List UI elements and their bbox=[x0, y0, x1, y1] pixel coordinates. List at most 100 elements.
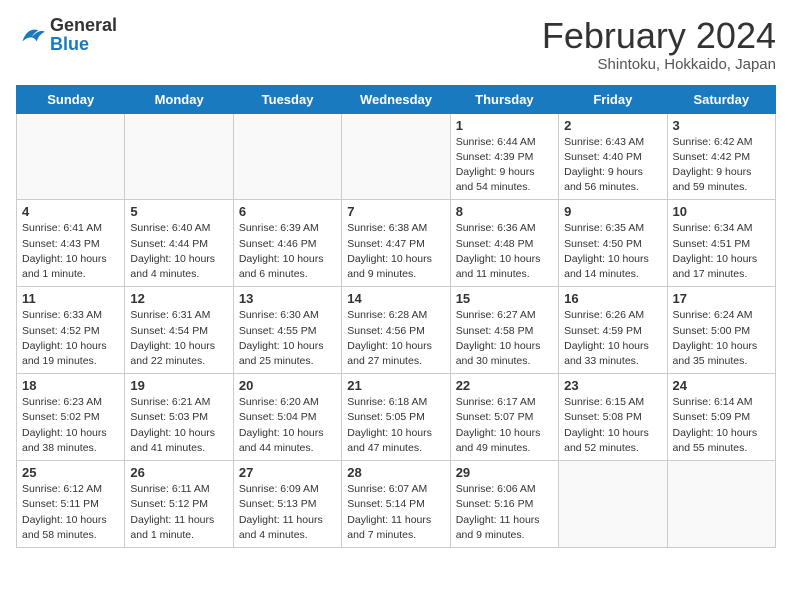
day-info: Sunrise: 6:06 AM Sunset: 5:16 PM Dayligh… bbox=[456, 482, 553, 543]
logo-blue-text: Blue bbox=[50, 35, 117, 54]
day-info: Sunrise: 6:15 AM Sunset: 5:08 PM Dayligh… bbox=[564, 395, 661, 456]
day-number: 25 bbox=[22, 465, 119, 480]
calendar-cell: 17 Sunrise: 6:24 AM Sunset: 5:00 PM Dayli… bbox=[667, 287, 775, 374]
day-info: Sunrise: 6:11 AM Sunset: 5:12 PM Dayligh… bbox=[130, 482, 227, 543]
day-info: Sunrise: 6:35 AM Sunset: 4:50 PM Dayligh… bbox=[564, 221, 661, 282]
day-info: Sunrise: 6:09 AM Sunset: 5:13 PM Dayligh… bbox=[239, 482, 336, 543]
days-of-week-row: SundayMondayTuesdayWednesdayThursdayFrid… bbox=[17, 85, 776, 113]
day-info: Sunrise: 6:14 AM Sunset: 5:09 PM Dayligh… bbox=[673, 395, 770, 456]
day-info: Sunrise: 6:20 AM Sunset: 5:04 PM Dayligh… bbox=[239, 395, 336, 456]
day-info: Sunrise: 6:38 AM Sunset: 4:47 PM Dayligh… bbox=[347, 221, 444, 282]
day-info: Sunrise: 6:28 AM Sunset: 4:56 PM Dayligh… bbox=[347, 308, 444, 369]
calendar-cell bbox=[233, 113, 341, 200]
calendar-cell: 20Sunrise: 6:20 AM Sunset: 5:04 PM Dayli… bbox=[233, 374, 341, 461]
calendar-cell: 26Sunrise: 6:11 AM Sunset: 5:12 PM Dayli… bbox=[125, 461, 233, 548]
day-number: 17 bbox=[673, 291, 770, 306]
day-header-monday: Monday bbox=[125, 85, 233, 113]
calendar-cell: 5 Sunrise: 6:40 AM Sunset: 4:44 PM Daylig… bbox=[125, 200, 233, 287]
day-number: 18 bbox=[22, 378, 119, 393]
day-number: 5 bbox=[130, 204, 227, 219]
day-number: 13 bbox=[239, 291, 336, 306]
day-info: Sunrise: 6:24 AM Sunset: 5:00 PM Dayligh… bbox=[673, 308, 770, 369]
calendar-title: February 2024 bbox=[542, 16, 776, 56]
calendar-cell: 29 Sunrise: 6:06 AM Sunset: 5:16 PM Dayli… bbox=[450, 461, 558, 548]
day-info: Sunrise: 6:36 AM Sunset: 4:48 PM Dayligh… bbox=[456, 221, 553, 282]
day-header-sunday: Sunday bbox=[17, 85, 125, 113]
day-number: 4 bbox=[22, 204, 119, 219]
page-header: General Blue February 2024 Shintoku, Hok… bbox=[16, 16, 776, 73]
calendar-cell: 18 Sunrise: 6:23 AM Sunset: 5:02 PM Dayli… bbox=[17, 374, 125, 461]
calendar-week-row: 18 Sunrise: 6:23 AM Sunset: 5:02 PM Dayli… bbox=[17, 374, 776, 461]
calendar-cell: 8 Sunrise: 6:36 AM Sunset: 4:48 PM Daylig… bbox=[450, 200, 558, 287]
day-number: 16 bbox=[564, 291, 661, 306]
calendar-cell bbox=[342, 113, 450, 200]
logo-general-text: General bbox=[50, 16, 117, 35]
day-info: Sunrise: 6:21 AM Sunset: 5:03 PM Dayligh… bbox=[130, 395, 227, 456]
day-number: 19 bbox=[130, 378, 227, 393]
calendar-cell: 1Sunrise: 6:44 AM Sunset: 4:39 PM Daylig… bbox=[450, 113, 558, 200]
calendar-cell: 9 Sunrise: 6:35 AM Sunset: 4:50 PM Daylig… bbox=[559, 200, 667, 287]
calendar-cell: 21 Sunrise: 6:18 AM Sunset: 5:05 PM Dayli… bbox=[342, 374, 450, 461]
calendar-cell: 7 Sunrise: 6:38 AM Sunset: 4:47 PM Daylig… bbox=[342, 200, 450, 287]
day-info: Sunrise: 6:26 AM Sunset: 4:59 PM Dayligh… bbox=[564, 308, 661, 369]
day-number: 23 bbox=[564, 378, 661, 393]
day-number: 15 bbox=[456, 291, 553, 306]
day-number: 24 bbox=[673, 378, 770, 393]
day-info: Sunrise: 6:17 AM Sunset: 5:07 PM Dayligh… bbox=[456, 395, 553, 456]
day-info: Sunrise: 6:34 AM Sunset: 4:51 PM Dayligh… bbox=[673, 221, 770, 282]
calendar-header: SundayMondayTuesdayWednesdayThursdayFrid… bbox=[17, 85, 776, 113]
day-number: 6 bbox=[239, 204, 336, 219]
calendar-cell: 2 Sunrise: 6:43 AM Sunset: 4:40 PM Daylig… bbox=[559, 113, 667, 200]
day-number: 22 bbox=[456, 378, 553, 393]
day-number: 29 bbox=[456, 465, 553, 480]
calendar-subtitle: Shintoku, Hokkaido, Japan bbox=[542, 56, 776, 73]
day-info: Sunrise: 6:43 AM Sunset: 4:40 PM Dayligh… bbox=[564, 135, 661, 196]
calendar-table: SundayMondayTuesdayWednesdayThursdayFrid… bbox=[16, 85, 776, 548]
calendar-cell: 27 Sunrise: 6:09 AM Sunset: 5:13 PM Dayli… bbox=[233, 461, 341, 548]
title-block: February 2024 Shintoku, Hokkaido, Japan bbox=[542, 16, 776, 73]
calendar-body: 1Sunrise: 6:44 AM Sunset: 4:39 PM Daylig… bbox=[17, 113, 776, 547]
calendar-cell: 12 Sunrise: 6:31 AM Sunset: 4:54 PM Dayli… bbox=[125, 287, 233, 374]
calendar-week-row: 4 Sunrise: 6:41 AM Sunset: 4:43 PM Daylig… bbox=[17, 200, 776, 287]
day-info: Sunrise: 6:40 AM Sunset: 4:44 PM Dayligh… bbox=[130, 221, 227, 282]
day-info: Sunrise: 6:31 AM Sunset: 4:54 PM Dayligh… bbox=[130, 308, 227, 369]
day-info: Sunrise: 6:12 AM Sunset: 5:11 PM Dayligh… bbox=[22, 482, 119, 543]
day-number: 21 bbox=[347, 378, 444, 393]
day-header-saturday: Saturday bbox=[667, 85, 775, 113]
day-number: 2 bbox=[564, 118, 661, 133]
calendar-week-row: 25 Sunrise: 6:12 AM Sunset: 5:11 PM Dayli… bbox=[17, 461, 776, 548]
day-number: 7 bbox=[347, 204, 444, 219]
calendar-cell: 10 Sunrise: 6:34 AM Sunset: 4:51 PM Dayli… bbox=[667, 200, 775, 287]
day-number: 10 bbox=[673, 204, 770, 219]
day-number: 11 bbox=[22, 291, 119, 306]
day-header-thursday: Thursday bbox=[450, 85, 558, 113]
calendar-cell: 25 Sunrise: 6:12 AM Sunset: 5:11 PM Dayli… bbox=[17, 461, 125, 548]
calendar-week-row: 1Sunrise: 6:44 AM Sunset: 4:39 PM Daylig… bbox=[17, 113, 776, 200]
day-info: Sunrise: 6:41 AM Sunset: 4:43 PM Dayligh… bbox=[22, 221, 119, 282]
calendar-cell: 15Sunrise: 6:27 AM Sunset: 4:58 PM Dayli… bbox=[450, 287, 558, 374]
day-number: 27 bbox=[239, 465, 336, 480]
day-info: Sunrise: 6:18 AM Sunset: 5:05 PM Dayligh… bbox=[347, 395, 444, 456]
calendar-cell: 16 Sunrise: 6:26 AM Sunset: 4:59 PM Dayli… bbox=[559, 287, 667, 374]
calendar-cell: 11Sunrise: 6:33 AM Sunset: 4:52 PM Dayli… bbox=[17, 287, 125, 374]
day-info: Sunrise: 6:23 AM Sunset: 5:02 PM Dayligh… bbox=[22, 395, 119, 456]
logo-bird-icon bbox=[16, 19, 48, 51]
calendar-cell bbox=[559, 461, 667, 548]
day-number: 12 bbox=[130, 291, 227, 306]
day-number: 3 bbox=[673, 118, 770, 133]
day-header-friday: Friday bbox=[559, 85, 667, 113]
calendar-cell: 28Sunrise: 6:07 AM Sunset: 5:14 PM Dayli… bbox=[342, 461, 450, 548]
calendar-cell: 6Sunrise: 6:39 AM Sunset: 4:46 PM Daylig… bbox=[233, 200, 341, 287]
day-header-wednesday: Wednesday bbox=[342, 85, 450, 113]
calendar-cell: 24 Sunrise: 6:14 AM Sunset: 5:09 PM Dayli… bbox=[667, 374, 775, 461]
calendar-cell bbox=[125, 113, 233, 200]
day-number: 9 bbox=[564, 204, 661, 219]
calendar-cell: 3 Sunrise: 6:42 AM Sunset: 4:42 PM Daylig… bbox=[667, 113, 775, 200]
calendar-week-row: 11Sunrise: 6:33 AM Sunset: 4:52 PM Dayli… bbox=[17, 287, 776, 374]
calendar-cell: 13 Sunrise: 6:30 AM Sunset: 4:55 PM Dayli… bbox=[233, 287, 341, 374]
day-info: Sunrise: 6:30 AM Sunset: 4:55 PM Dayligh… bbox=[239, 308, 336, 369]
day-number: 8 bbox=[456, 204, 553, 219]
day-info: Sunrise: 6:42 AM Sunset: 4:42 PM Dayligh… bbox=[673, 135, 770, 196]
logo: General Blue bbox=[16, 16, 117, 54]
calendar-cell bbox=[17, 113, 125, 200]
